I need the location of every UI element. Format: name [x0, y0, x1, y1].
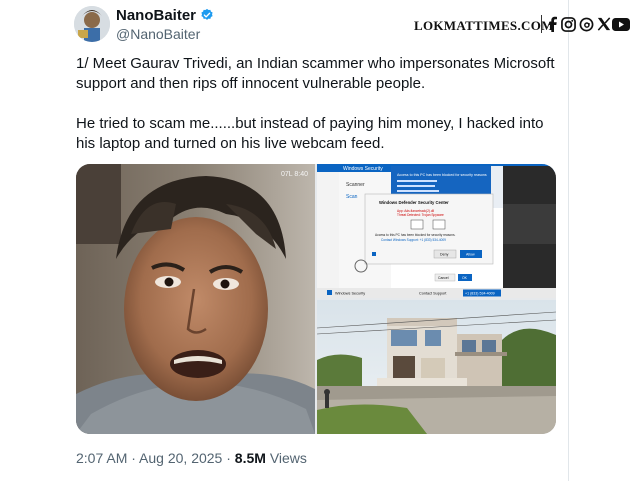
- house-photo[interactable]: [316, 300, 556, 434]
- avatar[interactable]: [74, 6, 110, 42]
- youtube-icon: [612, 15, 630, 33]
- author-name[interactable]: NanoBaiter: [116, 7, 196, 24]
- side-item-scanner: Scanner: [346, 182, 365, 188]
- tweet-meta: 2:07 AM · Aug 20, 2025 · 8.5M Views: [76, 450, 307, 466]
- facebook-icon: [546, 15, 558, 33]
- webcam-photo[interactable]: 07L 8:40: [76, 164, 315, 434]
- webcam-timestamp: 07L 8:40: [281, 171, 308, 178]
- brand-separator: [541, 15, 542, 33]
- instagram-icon: [560, 15, 576, 33]
- brand-watermark: LOKMATTIMES.COM: [414, 18, 554, 33]
- footer-left: Windows Security: [335, 292, 365, 296]
- side-item-scan: Scan: [346, 194, 358, 200]
- cancel-button[interactable]: Cancel: [438, 276, 449, 280]
- window-title: Windows Security: [343, 166, 383, 172]
- dialog-line4: Contact Windows Support: +1 (833) 534-40…: [381, 238, 446, 242]
- footer-number: +1 (833) 534-4009: [465, 292, 495, 296]
- author-name-row[interactable]: NanoBaiter: [116, 7, 214, 24]
- allow-button[interactable]: Allow: [466, 253, 475, 257]
- tweet-text: 1/ Meet Gaurav Trivedi, an Indian scamme…: [76, 54, 556, 174]
- dialog-title: Windows Defender Security Center: [379, 200, 449, 205]
- tweet-card: NanoBaiter @NanoBaiter LOKMATTIMES.COM 1…: [0, 0, 643, 481]
- threads-icon: [578, 15, 594, 33]
- scam-screen-screenshot[interactable]: Windows Security Scanner Scan Access to …: [317, 164, 556, 298]
- deny-button[interactable]: Deny: [440, 253, 449, 257]
- meta-dot: ·: [131, 450, 140, 466]
- x-icon: [596, 15, 611, 33]
- tweet-date[interactable]: Aug 20, 2025: [139, 450, 222, 466]
- tweet-time[interactable]: 2:07 AM: [76, 450, 127, 466]
- views-count: 8.5M: [234, 450, 266, 466]
- dialog-line3: Access to this PC has been blocked for s…: [375, 233, 456, 237]
- tweet-paragraph-1: 1/ Meet Gaurav Trivedi, an Indian scamme…: [76, 55, 559, 92]
- dialog-line2: Threat Detected: Trojan Spyware: [397, 213, 444, 217]
- meta-dot: ·: [226, 450, 235, 466]
- ok-button[interactable]: OK: [462, 276, 468, 280]
- views-label: Views: [269, 450, 307, 466]
- banner-text: Access to this PC has been blocked for s…: [397, 173, 487, 177]
- footer-mid: Contact Support: [419, 292, 447, 296]
- verified-badge-icon: [201, 8, 213, 20]
- author-handle[interactable]: @NanoBaiter: [116, 26, 200, 42]
- media-grid: 07L 8:40 Windows Security Scanner Scan A…: [76, 164, 556, 434]
- tweet-paragraph-2: He tried to scam me......but instead of …: [76, 115, 548, 152]
- divider: [568, 0, 569, 481]
